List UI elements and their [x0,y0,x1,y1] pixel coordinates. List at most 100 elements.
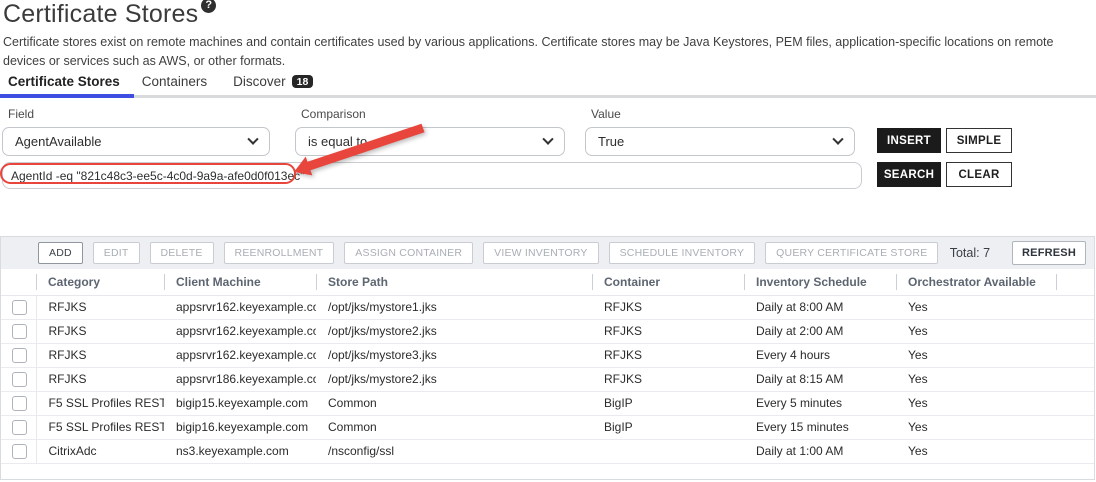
page-title: Certificate Stores? [3,0,216,29]
cell-client-machine: bigip16.keyexample.com [164,415,316,439]
cell-client-machine: bigip15.keyexample.com [164,391,316,415]
cell-orchestrator-available: Yes [896,343,1056,367]
comparison-select[interactable]: is equal to [295,127,565,156]
cell-inventory-schedule: Every 5 minutes [744,391,896,415]
refresh-button[interactable]: REFRESH [1012,241,1086,265]
simple-button[interactable]: SIMPLE [946,128,1012,153]
cell-filler [1056,319,1094,343]
table-row: F5 SSL Profiles RESTbigip16.keyexample.c… [1,415,1094,439]
row-checkbox[interactable] [12,324,27,339]
cell-category: RFJKS [36,295,164,319]
cell-inventory-schedule: Every 15 minutes [744,415,896,439]
cell-filler [1056,415,1094,439]
query-input[interactable] [2,162,862,189]
edit-button: EDIT [93,242,140,264]
comparison-select-value: is equal to [308,134,367,149]
row-checkbox[interactable] [12,396,27,411]
column-header-store-path[interactable]: Store Path [316,269,592,295]
checkbox-cell [1,343,36,367]
cell-category: CitrixAdc [36,439,164,463]
column-header-container[interactable]: Container [592,269,744,295]
field-select[interactable]: AgentAvailable [2,127,270,156]
cell-inventory-schedule: Daily at 8:15 AM [744,367,896,391]
tab-label: Certificate Stores [8,74,120,89]
total-count: Total: 7 [950,246,1002,260]
certificate-stores-page: Certificate Stores? Certificate stores e… [0,0,1096,482]
chevron-down-icon [542,133,553,144]
table-body: RFJKSappsrvr162.keyexample.com/opt/jks/m… [1,295,1094,463]
tab-discover[interactable]: Discover18 [225,74,331,95]
cell-category: RFJKS [36,367,164,391]
checkbox-cell [1,295,36,319]
value-label: Value [591,107,621,121]
field-select-value: AgentAvailable [15,134,102,149]
select-all-header [1,269,36,295]
tab-label: Discover [233,74,286,89]
results-panel: ADDEDITDELETEREENROLLMENTASSIGN CONTAINE… [0,236,1095,480]
cell-inventory-schedule: Daily at 1:00 AM [744,439,896,463]
column-header-client-machine[interactable]: Client Machine [164,269,316,295]
value-select-value: True [598,134,624,149]
cell-orchestrator-available: Yes [896,415,1056,439]
toolbar-buttons: ADDEDITDELETEREENROLLMENTASSIGN CONTAINE… [38,242,938,264]
cell-filler [1056,439,1094,463]
row-checkbox[interactable] [12,444,27,459]
search-button[interactable]: SEARCH [877,162,941,187]
cell-container: BigIP [592,391,744,415]
assign-container-button: ASSIGN CONTAINER [344,242,473,264]
cell-store-path: /opt/jks/mystore2.jks [316,367,592,391]
cell-client-machine: appsrvr186.keyexample.com [164,367,316,391]
cell-client-machine: appsrvr162.keyexample.com [164,319,316,343]
comparison-label: Comparison [301,107,366,121]
table-row: RFJKSappsrvr162.keyexample.com/opt/jks/m… [1,295,1094,319]
checkbox-cell [1,439,36,463]
cell-container: RFJKS [592,295,744,319]
cell-store-path: /opt/jks/mystore3.jks [316,343,592,367]
cell-container: RFJKS [592,343,744,367]
query-certificate-store-button: QUERY CERTIFICATE STORE [765,242,938,264]
column-header-filler [1056,269,1094,295]
reenrollment-button: REENROLLMENT [224,242,335,264]
checkbox-cell [1,367,36,391]
cell-store-path: /opt/jks/mystore1.jks [316,295,592,319]
column-header-inventory-schedule[interactable]: Inventory Schedule [744,269,896,295]
row-checkbox[interactable] [12,300,27,315]
cell-store-path: Common [316,415,592,439]
grid-toolbar: ADDEDITDELETEREENROLLMENTASSIGN CONTAINE… [1,237,1094,269]
cell-container: RFJKS [592,319,744,343]
row-checkbox[interactable] [12,420,27,435]
schedule-inventory-button: SCHEDULE INVENTORY [609,242,756,264]
table-row: RFJKSappsrvr186.keyexample.com/opt/jks/m… [1,367,1094,391]
tab-certificate-stores[interactable]: Certificate Stores [0,74,134,95]
cell-orchestrator-available: Yes [896,367,1056,391]
cell-category: RFJKS [36,319,164,343]
checkbox-cell [1,415,36,439]
tab-containers[interactable]: Containers [134,74,225,95]
clear-button[interactable]: CLEAR [946,162,1012,187]
chevron-down-icon [832,133,843,144]
help-icon[interactable]: ? [201,0,216,13]
cell-orchestrator-available: Yes [896,295,1056,319]
table-row: CitrixAdcns3.keyexample.com/nsconfig/ssl… [1,439,1094,463]
cell-category: RFJKS [36,343,164,367]
cell-client-machine: appsrvr162.keyexample.com [164,295,316,319]
table-row: RFJKSappsrvr162.keyexample.com/opt/jks/m… [1,319,1094,343]
cell-store-path: Common [316,391,592,415]
column-header-category[interactable]: Category [36,269,164,295]
cell-orchestrator-available: Yes [896,319,1056,343]
row-checkbox[interactable] [12,348,27,363]
column-header-orchestrator-available[interactable]: Orchestrator Available [896,269,1056,295]
cell-category: F5 SSL Profiles REST [36,391,164,415]
cell-store-path: /opt/jks/mystore2.jks [316,319,592,343]
checkbox-cell [1,391,36,415]
value-select[interactable]: True [585,127,855,156]
table-header-row: CategoryClient MachineStore PathContaine… [1,269,1094,295]
insert-button[interactable]: INSERT [877,128,941,153]
cell-filler [1056,343,1094,367]
cell-inventory-schedule: Every 4 hours [744,343,896,367]
row-checkbox[interactable] [12,372,27,387]
cell-filler [1056,391,1094,415]
cell-client-machine: appsrvr162.keyexample.com [164,343,316,367]
add-button[interactable]: ADD [38,242,83,264]
chevron-down-icon [247,133,258,144]
